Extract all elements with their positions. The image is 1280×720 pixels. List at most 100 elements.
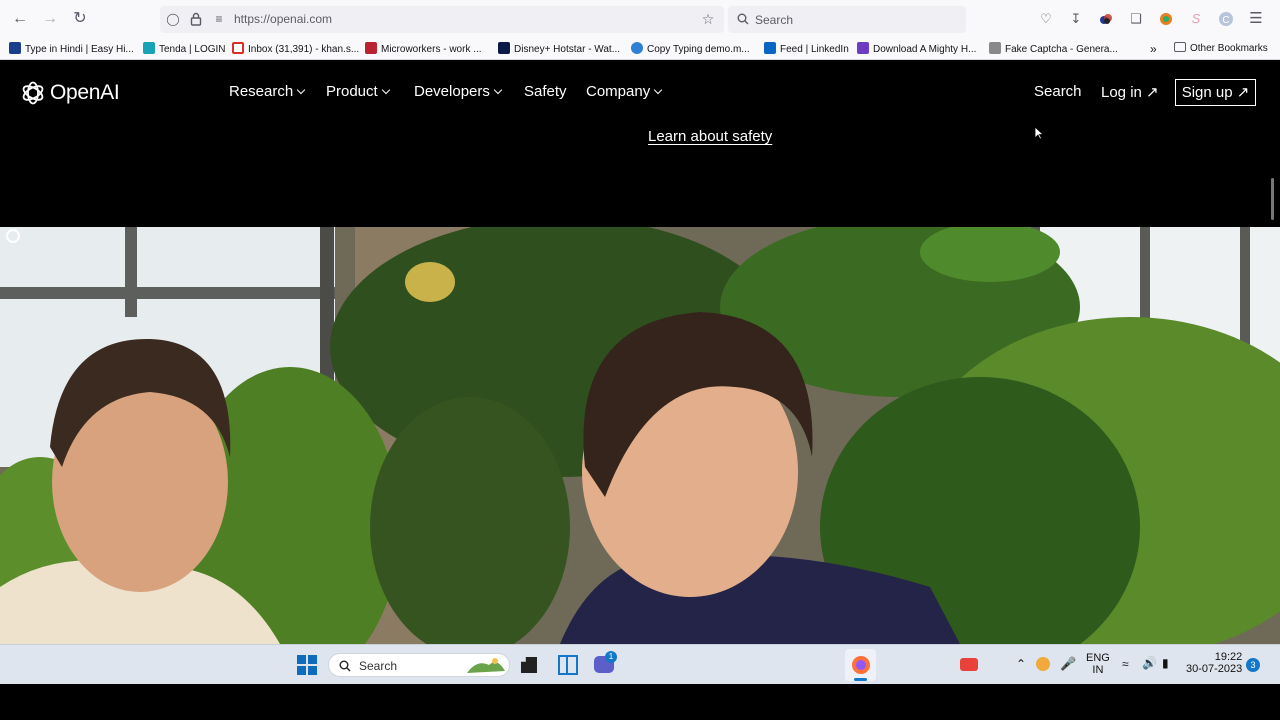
bookmark-item[interactable]: Feed | LinkedIn [764, 42, 849, 56]
bookmark-label: Disney+ Hotstar - Wat... [514, 44, 621, 55]
color-extension-icon[interactable] [1158, 11, 1174, 27]
bookmark-label: Fake Captcha - Genera... [1005, 44, 1118, 55]
url-text[interactable]: https://openai.com [234, 12, 332, 26]
bookmark-favicon [631, 42, 643, 54]
video-app-icon[interactable] [960, 658, 978, 671]
firefox-icon [852, 656, 870, 674]
nav-developers[interactable]: Developers [414, 83, 503, 100]
bookmarks-bar: Type in Hindi | Easy Hi... Tenda | LOGIN… [0, 38, 1280, 60]
bookmark-item[interactable]: Copy Typing demo.m... [631, 42, 750, 56]
bookmark-favicon [9, 42, 21, 54]
nav-product-label: Product [326, 83, 378, 100]
chevron-down-icon [381, 85, 390, 95]
task-view-icon[interactable] [521, 657, 537, 673]
bookmark-label: Feed | LinkedIn [780, 44, 849, 55]
s-extension-icon[interactable]: S [1188, 11, 1204, 27]
tray-sync-icon[interactable] [1036, 657, 1050, 671]
gmail-icon [232, 42, 244, 54]
taskbar-search[interactable]: Search [328, 653, 510, 677]
extension-multicolor-icon[interactable] [1098, 11, 1114, 27]
bookmark-label: Download A Mighty H... [873, 44, 977, 55]
chat-badge: 1 [605, 651, 617, 663]
clock-time: 19:22 [1214, 651, 1243, 663]
nav-company[interactable]: Company [586, 83, 663, 100]
openai-knot-icon [22, 81, 44, 105]
notification-badge[interactable]: 3 [1246, 658, 1260, 672]
account-icon[interactable]: C [1218, 11, 1234, 27]
reload-icon[interactable]: ↻ [71, 10, 89, 28]
nav-research-label: Research [229, 83, 294, 100]
nav-research[interactable]: Research [229, 83, 306, 100]
downloads-icon[interactable]: ↧ [1068, 11, 1084, 27]
url-bar[interactable]: ◯ ≡ https://openai.com ☆ [160, 6, 724, 33]
learn-about-safety-link[interactable]: Learn about safety [648, 128, 772, 145]
microphone-icon[interactable]: 🎤 [1060, 656, 1076, 672]
forward-icon[interactable]: → [41, 10, 59, 28]
taskbar-search-placeholder: Search [359, 659, 398, 673]
other-bookmarks[interactable]: Other Bookmarks [1174, 42, 1268, 56]
bookmark-item[interactable]: Tenda | LOGIN [143, 42, 226, 56]
svg-text:C: C [1222, 15, 1229, 26]
language-region: IN [1092, 664, 1104, 676]
nav-safety[interactable]: Safety [524, 83, 567, 100]
login-link[interactable]: Log in ↗ [1101, 83, 1159, 101]
menu-icon[interactable]: ☰ [1248, 11, 1264, 27]
browser-search-bar[interactable]: Search [728, 6, 966, 33]
extensions-icon[interactable]: ❑ [1128, 11, 1144, 27]
nav-safety-label: Safety [524, 83, 567, 100]
volume-icon[interactable]: 🔊 [1142, 656, 1157, 670]
widgets-icon[interactable] [558, 655, 578, 675]
bookmark-favicon [989, 42, 1001, 54]
battery-icon[interactable]: ▮ [1162, 656, 1169, 670]
bookmark-item[interactable]: Type in Hindi | Easy Hi... [9, 42, 134, 56]
clock[interactable]: 19:22 30-07-2023 [1186, 651, 1242, 675]
browser-search-placeholder: Search [755, 13, 794, 27]
nav-product[interactable]: Product [326, 83, 390, 100]
firefox-taskbar-button[interactable] [845, 649, 876, 681]
bookmark-item[interactable]: Fake Captcha - Genera... [989, 42, 1118, 56]
browser-toolbar: ← → ↻ ◯ ≡ https://openai.com ☆ Search ♡ … [0, 0, 1280, 38]
star-bookmark-icon[interactable]: ☆ [701, 12, 715, 26]
signup-button[interactable]: Sign up ↗ [1175, 79, 1256, 106]
search-icon [339, 660, 351, 672]
web-page: OpenAI Research Product Developers Safet… [0, 60, 1280, 644]
wifi-icon[interactable]: ≈ [1122, 657, 1129, 671]
tray-chevron-up-icon[interactable]: ⌃ [1016, 657, 1026, 671]
chevron-down-icon [296, 85, 306, 95]
other-bookmarks-label: Other Bookmarks [1190, 43, 1268, 54]
bookmark-item[interactable]: Inbox (31,391) - khan.s... [232, 42, 359, 56]
bookmark-favicon [857, 42, 869, 54]
language-indicator[interactable]: ENG IN [1086, 652, 1110, 676]
lock-icon[interactable] [189, 12, 203, 26]
windows-start-icon[interactable] [297, 655, 317, 675]
bookmark-label: Inbox (31,391) - khan.s... [248, 44, 360, 55]
bookmark-label: Copy Typing demo.m... [647, 44, 750, 55]
bookmark-favicon [498, 42, 510, 54]
back-icon[interactable]: ← [11, 10, 29, 28]
linkedin-icon [764, 42, 776, 54]
bookmark-label: Tenda | LOGIN [159, 44, 226, 55]
mouse-cursor-icon [1034, 126, 1044, 140]
bookmark-favicon [365, 42, 377, 54]
bookmark-label: Microworkers - work ... [381, 44, 482, 55]
permissions-icon[interactable]: ≡ [212, 12, 226, 26]
chevron-down-icon [493, 85, 503, 95]
pocket-icon[interactable]: ♡ [1038, 11, 1054, 27]
chevron-down-icon [653, 85, 663, 95]
shield-icon[interactable]: ◯ [166, 12, 180, 26]
bookmark-item[interactable]: Microworkers - work ... [365, 42, 482, 56]
bookmark-item[interactable]: Download A Mighty H... [857, 42, 976, 56]
hero-photo [0, 227, 1280, 644]
clock-date: 30-07-2023 [1186, 663, 1243, 675]
language-code: ENG [1086, 652, 1110, 664]
more-bookmarks-chevron-icon[interactable]: » [1150, 42, 1157, 56]
logo-text: OpenAI [50, 81, 120, 104]
loading-ring-icon [6, 229, 20, 243]
bookmark-item[interactable]: Disney+ Hotstar - Wat... [498, 42, 620, 56]
letterbox-bar [0, 684, 1280, 720]
page-scrollbar[interactable] [1271, 178, 1274, 220]
nav-developers-label: Developers [414, 83, 490, 100]
site-search-link[interactable]: Search [1034, 83, 1082, 100]
search-highlight-icon [467, 658, 505, 673]
search-icon [737, 13, 749, 25]
